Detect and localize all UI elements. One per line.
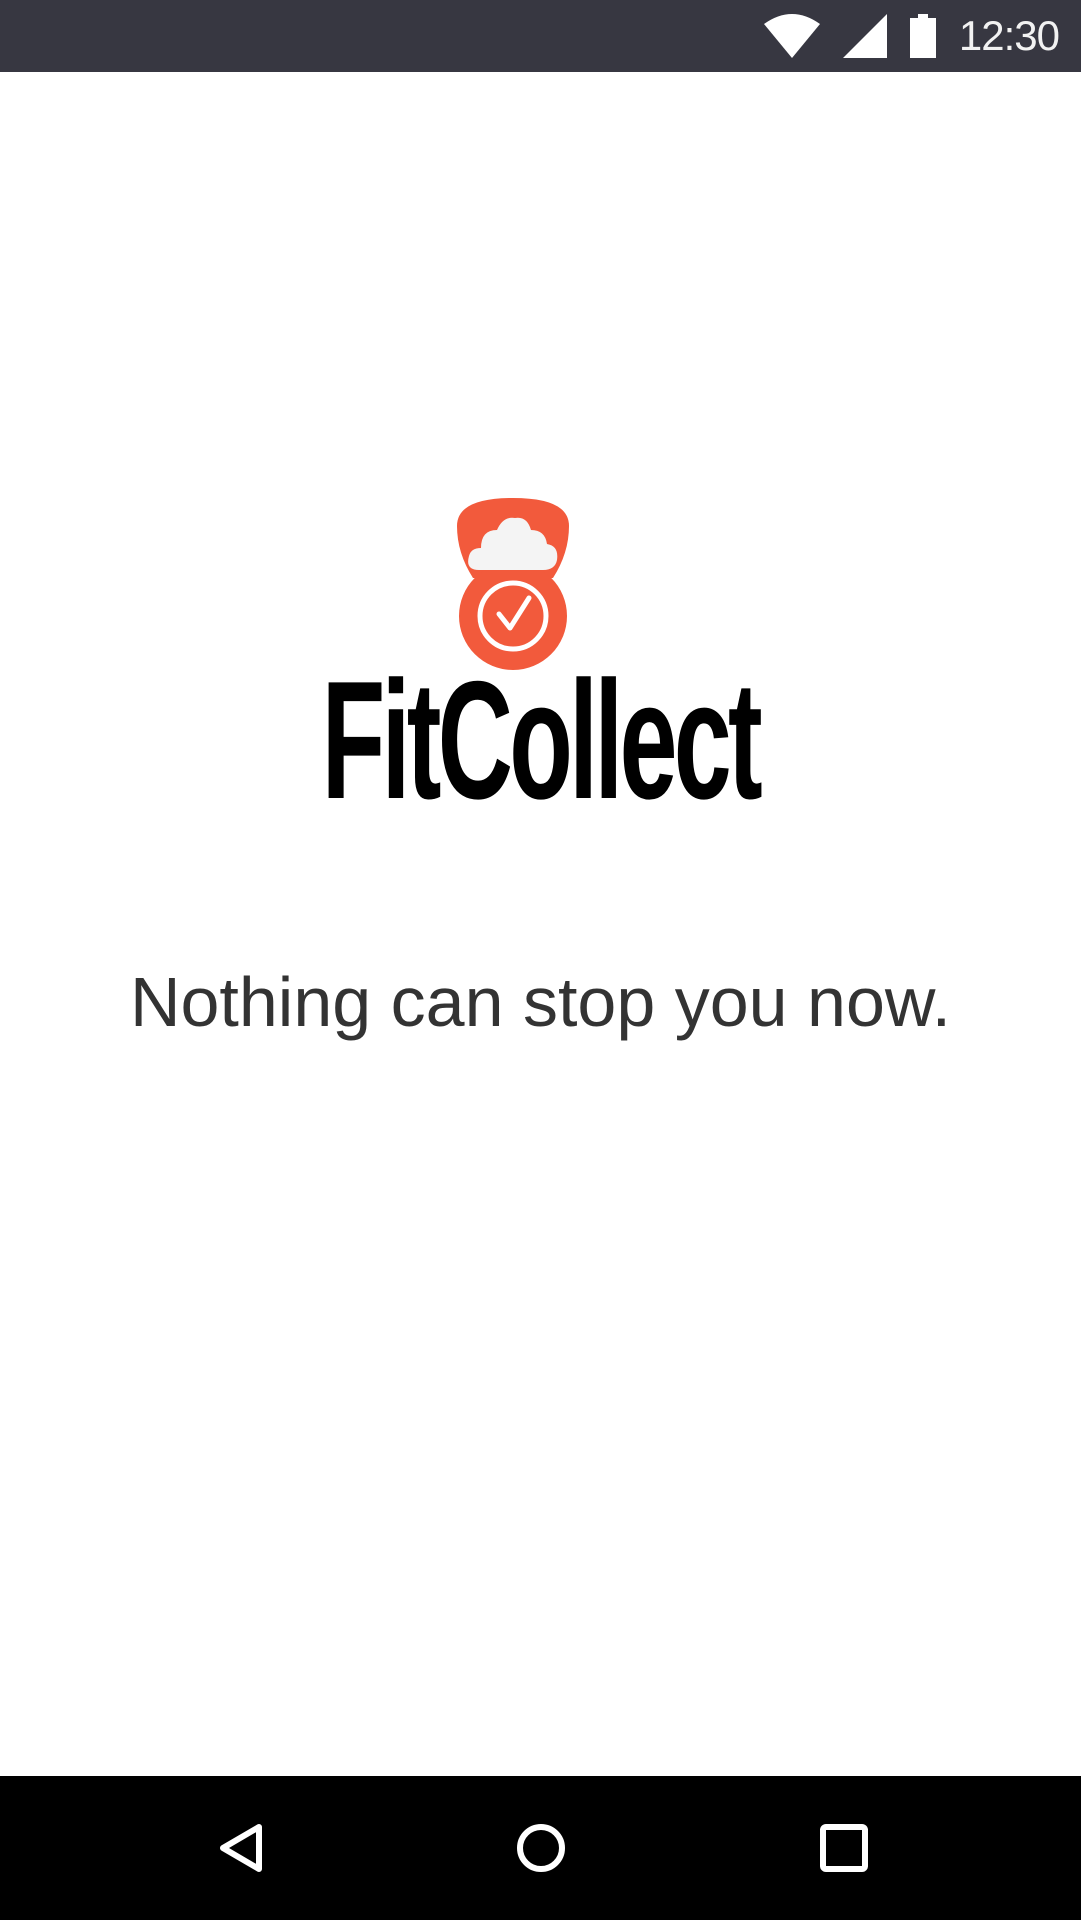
kettlebell-cloud-check-icon — [457, 498, 569, 670]
tagline: Nothing can stop you now. — [129, 963, 952, 1041]
cell-signal-icon — [842, 14, 887, 58]
status-icons: 12:30 — [763, 0, 1060, 72]
app-title: FitCollect — [321, 646, 763, 834]
status-time: 12:30 — [958, 12, 1060, 59]
home-button[interactable] — [489, 1796, 593, 1900]
back-icon — [220, 1824, 262, 1872]
wifi-icon — [763, 14, 820, 58]
recents-icon — [820, 1824, 868, 1872]
status-bar: 12:30 — [0, 0, 1081, 72]
splash-screen: 12:30 FitCollect Nothing can stop you no… — [0, 0, 1081, 1920]
battery-icon — [909, 14, 936, 58]
navigation-bar — [0, 1776, 1081, 1920]
recents-button[interactable] — [792, 1796, 896, 1900]
home-icon — [517, 1824, 565, 1872]
back-button[interactable] — [190, 1796, 294, 1900]
